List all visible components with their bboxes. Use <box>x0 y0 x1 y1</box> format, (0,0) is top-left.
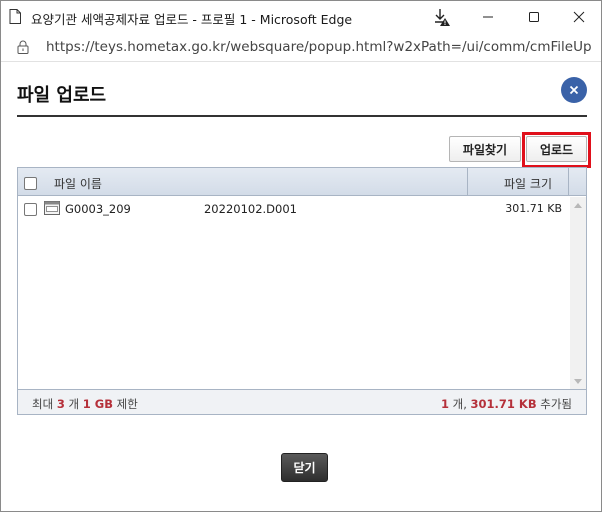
column-divider <box>467 168 468 195</box>
added-size: 301.71 KB <box>470 397 537 411</box>
close-icon <box>573 11 585 22</box>
downloads-button[interactable] <box>419 1 465 32</box>
popup-close-button[interactable] <box>561 77 587 103</box>
row-checkbox[interactable] <box>24 203 37 216</box>
column-header-name[interactable]: 파일 이름 <box>54 175 102 192</box>
max-size: 1 GB <box>82 397 113 411</box>
table-row[interactable]: G0003_209 20220102.D001 301.71 KB <box>18 197 570 221</box>
upload-limit-text: 최대 3 개 1 GB 제한 <box>32 397 138 411</box>
column-header-size[interactable]: 파일 크기 <box>504 175 552 192</box>
file-grid: 파일 이름 파일 크기 G0003_209 20220102.D001 301.… <box>17 167 587 415</box>
close-button[interactable]: 닫기 <box>281 453 328 482</box>
column-divider <box>568 168 569 195</box>
download-warning-icon <box>435 8 450 26</box>
lock-icon <box>17 40 29 54</box>
maximize-icon <box>529 11 539 22</box>
file-size: 301.71 KB <box>505 202 562 215</box>
grid-scrollbar[interactable] <box>570 197 586 390</box>
grid-footer: 최대 3 개 1 GB 제한 1 개, 301.71 KB 추가됨 <box>18 389 586 414</box>
window-close-button[interactable] <box>556 1 602 32</box>
added-count: 1 <box>440 397 449 411</box>
address-bar: https://teys.hometax.go.kr/websquare/pop… <box>1 32 601 62</box>
etc-file-icon <box>44 201 60 215</box>
minimize-icon <box>483 16 493 17</box>
maximize-button[interactable] <box>511 1 557 32</box>
title-bar: 요양기관 세액공제자료 업로드 - 프로필 1 - Microsoft Edge <box>1 1 601 32</box>
upload-highlight-box <box>522 132 591 168</box>
select-all-checkbox[interactable] <box>24 177 37 190</box>
grid-header: 파일 이름 파일 크기 <box>18 168 586 196</box>
file-name: G0003_209 20220102.D001 <box>65 202 297 216</box>
added-summary-text: 1 개, 301.71 KB 추가됨 <box>440 397 572 411</box>
browser-window: 요양기관 세액공제자료 업로드 - 프로필 1 - Microsoft Edge <box>0 0 602 512</box>
scroll-up-icon[interactable] <box>574 203 582 208</box>
close-icon <box>569 85 579 95</box>
scroll-down-icon[interactable] <box>574 379 582 384</box>
url-field[interactable]: https://teys.hometax.go.kr/websquare/pop… <box>46 39 591 55</box>
page-icon <box>9 9 21 24</box>
popup-header: 파일 업로드 <box>17 77 587 117</box>
max-count: 3 <box>56 397 65 411</box>
minimize-button[interactable] <box>465 1 511 32</box>
find-file-button[interactable]: 파일찾기 <box>449 136 521 162</box>
popup-title: 파일 업로드 <box>17 85 107 106</box>
window-title: 요양기관 세액공제자료 업로드 - 프로필 1 - Microsoft Edge <box>31 12 353 27</box>
